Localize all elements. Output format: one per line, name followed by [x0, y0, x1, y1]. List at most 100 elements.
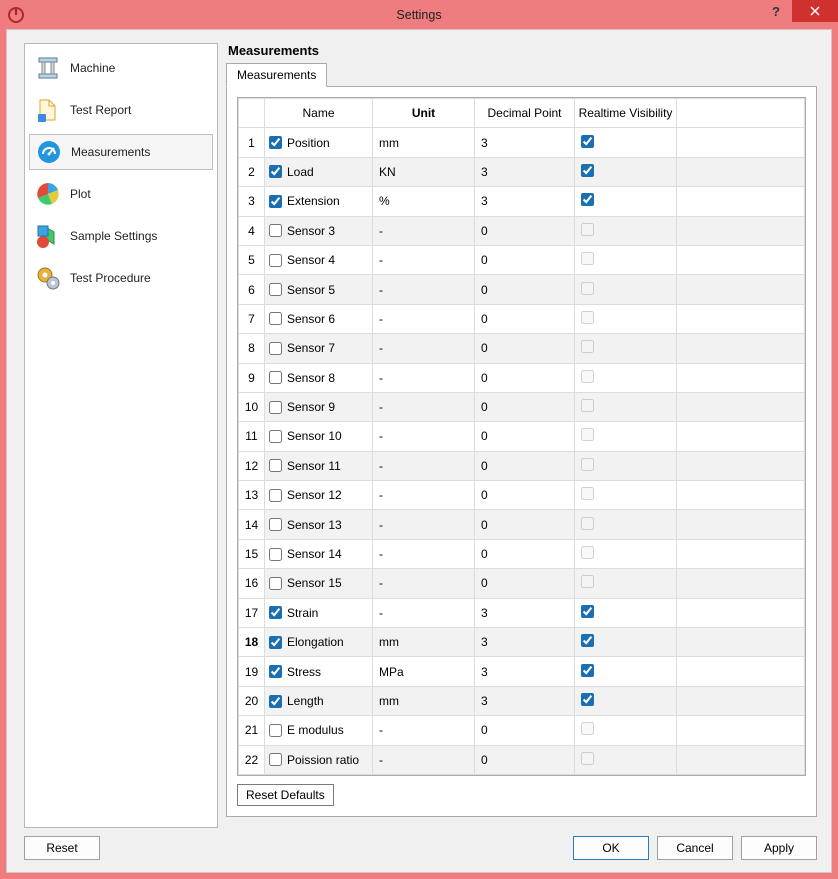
row-realtime-checkbox[interactable]: [581, 664, 594, 677]
reset-defaults-button[interactable]: Reset Defaults: [237, 784, 334, 806]
row-unit[interactable]: -: [373, 245, 475, 274]
row-decimal[interactable]: 3: [475, 157, 575, 186]
row-enable-checkbox[interactable]: [269, 371, 282, 384]
row-realtime-checkbox[interactable]: [581, 605, 594, 618]
row-unit[interactable]: -: [373, 745, 475, 774]
row-enable-checkbox[interactable]: [269, 518, 282, 531]
help-button[interactable]: ?: [760, 0, 792, 22]
sidebar-item-measurements[interactable]: Measurements: [29, 134, 213, 170]
row-index[interactable]: 11: [239, 422, 265, 451]
table-row[interactable]: 8Sensor 7-0: [239, 334, 805, 363]
row-index[interactable]: 14: [239, 510, 265, 539]
row-index[interactable]: 9: [239, 363, 265, 392]
row-index[interactable]: 10: [239, 392, 265, 421]
row-index[interactable]: 7: [239, 304, 265, 333]
row-decimal[interactable]: 0: [475, 422, 575, 451]
row-realtime-checkbox[interactable]: [581, 135, 594, 148]
sidebar-item-test-procedure[interactable]: Test Procedure: [29, 260, 213, 296]
row-unit[interactable]: MPa: [373, 657, 475, 686]
row-index[interactable]: 19: [239, 657, 265, 686]
row-unit[interactable]: -: [373, 275, 475, 304]
row-decimal[interactable]: 0: [475, 392, 575, 421]
col-unit[interactable]: Unit: [373, 99, 475, 128]
row-index[interactable]: 13: [239, 481, 265, 510]
row-unit[interactable]: -: [373, 539, 475, 568]
row-decimal[interactable]: 0: [475, 716, 575, 745]
row-enable-checkbox[interactable]: [269, 606, 282, 619]
row-unit[interactable]: -: [373, 216, 475, 245]
row-enable-checkbox[interactable]: [269, 548, 282, 561]
table-row[interactable]: 2LoadKN3: [239, 157, 805, 186]
row-decimal[interactable]: 3: [475, 657, 575, 686]
row-index[interactable]: 12: [239, 451, 265, 480]
row-index[interactable]: 2: [239, 157, 265, 186]
row-index[interactable]: 18: [239, 628, 265, 657]
row-enable-checkbox[interactable]: [269, 695, 282, 708]
table-row[interactable]: 14Sensor 13-0: [239, 510, 805, 539]
row-enable-checkbox[interactable]: [269, 254, 282, 267]
reset-button[interactable]: Reset: [24, 836, 100, 860]
row-index[interactable]: 20: [239, 686, 265, 715]
row-unit[interactable]: -: [373, 598, 475, 627]
table-row[interactable]: 15Sensor 14-0: [239, 539, 805, 568]
col-decimal[interactable]: Decimal Point: [475, 99, 575, 128]
ok-button[interactable]: OK: [573, 836, 649, 860]
table-row[interactable]: 10Sensor 9-0: [239, 392, 805, 421]
row-enable-checkbox[interactable]: [269, 312, 282, 325]
table-row[interactable]: 5Sensor 4-0: [239, 245, 805, 274]
row-enable-checkbox[interactable]: [269, 724, 282, 737]
row-decimal[interactable]: 0: [475, 216, 575, 245]
table-row[interactable]: 22Poission ratio-0: [239, 745, 805, 774]
row-decimal[interactable]: 0: [475, 363, 575, 392]
row-decimal[interactable]: 3: [475, 628, 575, 657]
row-index[interactable]: 1: [239, 128, 265, 157]
sidebar-item-sample-settings[interactable]: Sample Settings: [29, 218, 213, 254]
row-unit[interactable]: -: [373, 392, 475, 421]
table-row[interactable]: 12Sensor 11-0: [239, 451, 805, 480]
row-enable-checkbox[interactable]: [269, 753, 282, 766]
table-row[interactable]: 13Sensor 12-0: [239, 481, 805, 510]
row-index[interactable]: 5: [239, 245, 265, 274]
table-row[interactable]: 17Strain-3: [239, 598, 805, 627]
table-row[interactable]: 7Sensor 6-0: [239, 304, 805, 333]
row-unit[interactable]: mm: [373, 686, 475, 715]
table-row[interactable]: 3Extension%3: [239, 187, 805, 216]
row-unit[interactable]: mm: [373, 128, 475, 157]
row-enable-checkbox[interactable]: [269, 224, 282, 237]
row-decimal[interactable]: 3: [475, 187, 575, 216]
row-index[interactable]: 16: [239, 569, 265, 598]
row-decimal[interactable]: 3: [475, 598, 575, 627]
row-index[interactable]: 15: [239, 539, 265, 568]
row-decimal[interactable]: 0: [475, 510, 575, 539]
table-row[interactable]: 20Lengthmm3: [239, 686, 805, 715]
table-row[interactable]: 4Sensor 3-0: [239, 216, 805, 245]
row-index[interactable]: 21: [239, 716, 265, 745]
row-index[interactable]: 22: [239, 745, 265, 774]
tab-measurements[interactable]: Measurements: [226, 63, 327, 87]
row-index[interactable]: 6: [239, 275, 265, 304]
row-enable-checkbox[interactable]: [269, 165, 282, 178]
row-unit[interactable]: -: [373, 422, 475, 451]
row-unit[interactable]: %: [373, 187, 475, 216]
row-decimal[interactable]: 0: [475, 481, 575, 510]
row-enable-checkbox[interactable]: [269, 636, 282, 649]
row-enable-checkbox[interactable]: [269, 577, 282, 590]
col-name[interactable]: Name: [265, 99, 373, 128]
row-unit[interactable]: -: [373, 334, 475, 363]
row-unit[interactable]: -: [373, 363, 475, 392]
row-enable-checkbox[interactable]: [269, 283, 282, 296]
row-unit[interactable]: -: [373, 304, 475, 333]
row-unit[interactable]: mm: [373, 628, 475, 657]
sidebar-item-test-report[interactable]: Test Report: [29, 92, 213, 128]
row-unit[interactable]: -: [373, 481, 475, 510]
row-unit[interactable]: -: [373, 451, 475, 480]
row-enable-checkbox[interactable]: [269, 459, 282, 472]
row-unit[interactable]: KN: [373, 157, 475, 186]
close-button[interactable]: [792, 0, 838, 22]
cancel-button[interactable]: Cancel: [657, 836, 733, 860]
table-row[interactable]: 1Positionmm3: [239, 128, 805, 157]
titlebar[interactable]: Settings ?: [0, 0, 838, 29]
row-index[interactable]: 17: [239, 598, 265, 627]
table-row[interactable]: 18Elongationmm3: [239, 628, 805, 657]
row-realtime-checkbox[interactable]: [581, 634, 594, 647]
